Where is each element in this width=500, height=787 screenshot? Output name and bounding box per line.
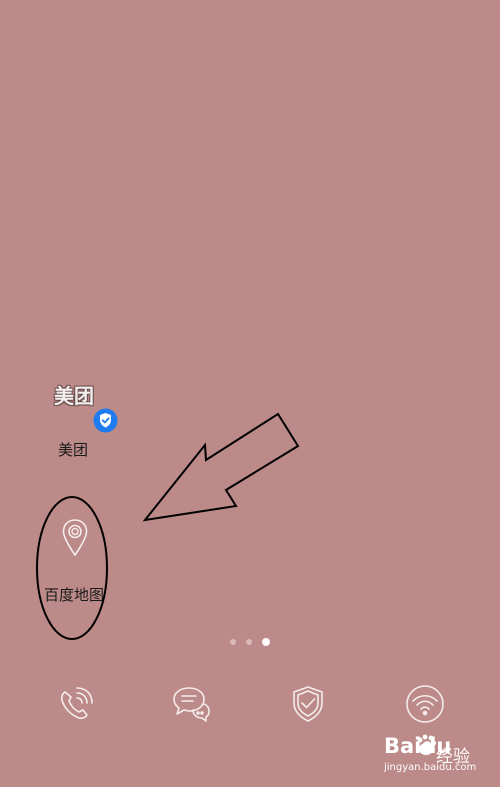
paw-icon — [416, 734, 436, 756]
wifi-icon[interactable] — [405, 684, 445, 724]
page-dot — [246, 639, 252, 645]
messages-icon[interactable] — [171, 684, 211, 724]
pointer-arrow — [142, 412, 300, 522]
page-indicator — [226, 636, 274, 648]
annotation-overlay — [36, 412, 300, 640]
phone-icon[interactable] — [56, 684, 96, 724]
highlight-ellipse — [36, 496, 108, 640]
page-dot — [230, 639, 236, 645]
baidu-jingyan-watermark: Baidu 经验 jingyan.baidu.com — [380, 730, 500, 780]
watermark-url: jingyan.baidu.com — [384, 762, 477, 773]
security-shield-icon[interactable] — [289, 684, 329, 724]
page-dot-active — [262, 638, 270, 646]
